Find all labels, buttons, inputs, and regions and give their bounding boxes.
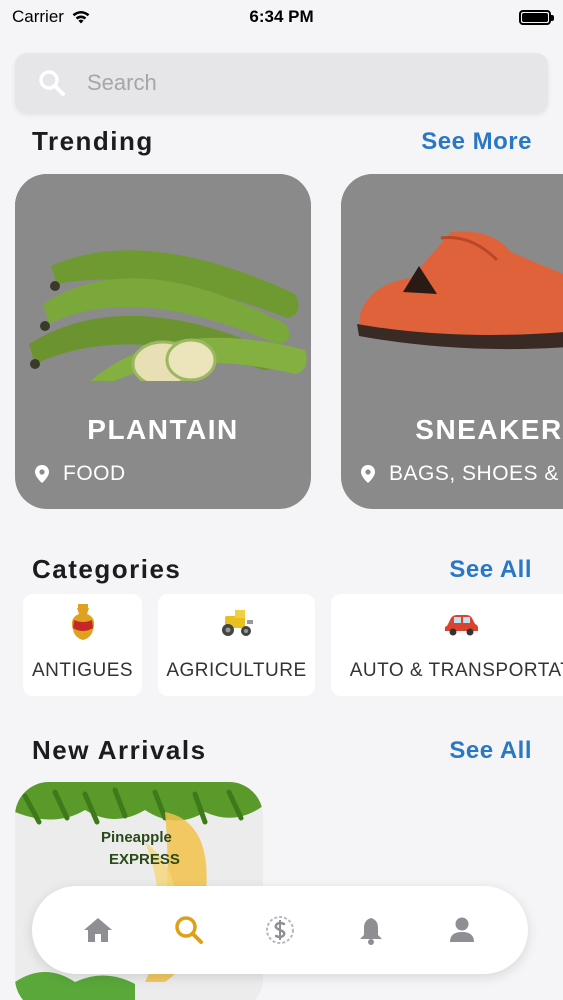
new-arrivals-see-all-link[interactable]: See All bbox=[449, 737, 532, 765]
vase-icon bbox=[71, 604, 94, 640]
trending-item-category-label: BAGS, SHOES & bbox=[389, 462, 559, 485]
search-icon bbox=[175, 916, 203, 944]
trending-item-category: FOOD bbox=[35, 462, 126, 486]
trending-item-name: PLANTAIN bbox=[87, 414, 239, 445]
arrival-text-line2: EXPRESS bbox=[109, 851, 180, 868]
new-arrivals-title: New Arrivals bbox=[32, 735, 207, 765]
trending-title: Trending bbox=[32, 126, 154, 156]
category-card-agriculture[interactable]: AGRICULTURE bbox=[158, 594, 315, 696]
category-label: AUTO & TRANSPORTAT bbox=[349, 660, 563, 681]
arrival-text-line1: Pineapple bbox=[101, 829, 172, 846]
nav-sell[interactable] bbox=[260, 910, 300, 950]
trending-item-category: BAGS, SHOES & bbox=[361, 462, 559, 486]
wifi-icon bbox=[72, 10, 90, 24]
trending-see-more-link[interactable]: See More bbox=[421, 128, 532, 156]
trending-card[interactable]: PLANTAIN FOOD bbox=[15, 174, 311, 509]
categories-header: Categories See All bbox=[32, 554, 532, 585]
nav-profile[interactable] bbox=[442, 910, 482, 950]
dollar-circle-icon bbox=[265, 916, 294, 944]
category-card-antiques[interactable]: ANTIGUES bbox=[23, 594, 142, 696]
battery-icon bbox=[519, 9, 554, 25]
bell-icon bbox=[360, 918, 383, 945]
user-icon bbox=[450, 917, 475, 942]
battery-fill bbox=[522, 12, 548, 22]
tractor-icon bbox=[221, 610, 253, 636]
trending-item-name: SNEAKER bbox=[415, 414, 563, 445]
nav-home[interactable] bbox=[78, 910, 118, 950]
sneaker-image bbox=[341, 174, 563, 381]
nav-notifications[interactable] bbox=[351, 910, 391, 950]
trending-list[interactable]: PLANTAIN FOOD SNEAKER BAGS, SHOES & bbox=[15, 174, 563, 510]
categories-title: Categories bbox=[32, 554, 182, 584]
nav-search[interactable] bbox=[169, 910, 209, 950]
category-label: ANTIGUES bbox=[31, 660, 134, 681]
carrier-label: Carrier bbox=[12, 7, 64, 26]
bottom-nav bbox=[32, 886, 528, 974]
car-icon bbox=[445, 615, 478, 636]
category-list[interactable]: ANTIGUES AGRICULTURE AUTO & TRANSPORTAT bbox=[23, 594, 563, 698]
location-pin-icon bbox=[361, 465, 375, 483]
new-arrivals-header: New Arrivals See All bbox=[32, 735, 532, 766]
trending-card[interactable]: SNEAKER BAGS, SHOES & bbox=[341, 174, 563, 509]
search-input[interactable] bbox=[87, 70, 487, 96]
status-bar: Carrier 6:34 PM bbox=[0, 0, 563, 34]
category-label: AGRICULTURE bbox=[166, 660, 307, 681]
search-bar[interactable] bbox=[15, 53, 548, 113]
home-icon bbox=[83, 918, 112, 942]
categories-see-all-link[interactable]: See All bbox=[449, 556, 532, 584]
status-left: Carrier bbox=[12, 7, 92, 27]
trending-header: Trending See More bbox=[32, 126, 532, 157]
trending-item-category-label: FOOD bbox=[63, 462, 126, 485]
category-card-auto-transport[interactable]: AUTO & TRANSPORTAT bbox=[331, 594, 563, 696]
location-pin-icon bbox=[35, 465, 49, 483]
search-icon bbox=[39, 70, 65, 96]
plantain-image bbox=[15, 174, 311, 381]
